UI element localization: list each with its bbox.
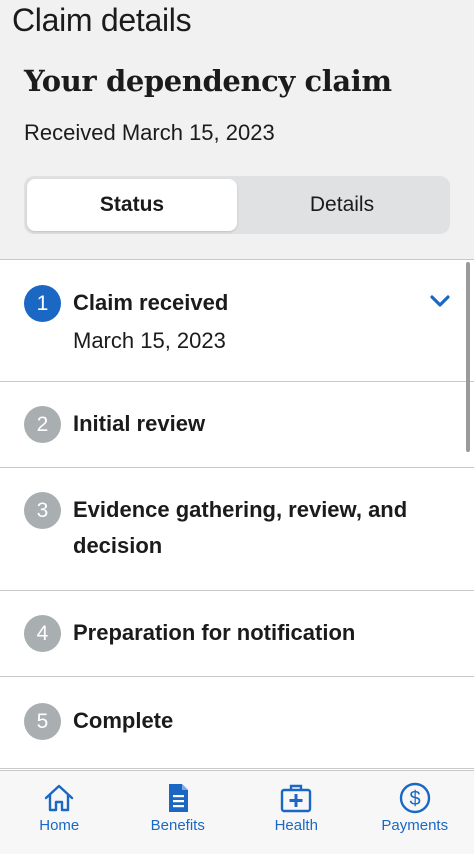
page-title: Claim details xyxy=(12,2,192,38)
tab-health[interactable]: Health xyxy=(237,771,356,854)
details-tab[interactable]: Details xyxy=(237,179,447,231)
tab-payments-label: Payments xyxy=(381,817,449,834)
claim-steps-list: 1 Claim received March 15, 2023 2 Initia… xyxy=(0,260,474,769)
tab-health-label: Health xyxy=(274,817,318,834)
step-number-badge: 2 xyxy=(24,406,61,443)
home-icon xyxy=(45,784,74,812)
chevron-down-icon[interactable] xyxy=(430,294,450,308)
health-medical-bag-icon xyxy=(281,784,312,813)
svg-text:$: $ xyxy=(409,788,420,810)
step-number-badge: 4 xyxy=(24,615,61,652)
claim-title: Your dependency claim xyxy=(24,64,392,98)
step-complete[interactable]: 5 Complete xyxy=(0,677,474,769)
step-label: Evidence gathering, review, and decision xyxy=(73,497,408,558)
tab-benefits[interactable]: Benefits xyxy=(119,771,238,854)
tab-home[interactable]: Home xyxy=(0,771,119,854)
step-claim-received[interactable]: 1 Claim received March 15, 2023 xyxy=(0,260,474,382)
step-number-badge: 3 xyxy=(24,492,61,529)
claim-header: Claim details Your dependency claim Rece… xyxy=(0,0,474,260)
scrollbar[interactable] xyxy=(466,262,470,452)
payments-dollar-icon: $ xyxy=(399,782,430,814)
tab-home-label: Home xyxy=(39,817,80,834)
step-label: Initial review xyxy=(73,411,206,436)
step-date: March 15, 2023 xyxy=(73,328,226,353)
tab-benefits-label: Benefits xyxy=(150,817,205,834)
step-label: Preparation for notification xyxy=(73,620,356,645)
step-label: Complete xyxy=(73,708,174,733)
step-initial-review[interactable]: 2 Initial review xyxy=(0,382,474,468)
step-label: Claim received xyxy=(73,290,229,315)
step-evidence-gathering[interactable]: 3 Evidence gathering, review, and decisi… xyxy=(0,468,474,591)
step-number-badge: 5 xyxy=(24,703,61,740)
step-number-badge: 1 xyxy=(24,285,61,322)
status-tab[interactable]: Status xyxy=(27,179,237,231)
step-preparation-for-notification[interactable]: 4 Preparation for notification xyxy=(0,591,474,677)
benefits-document-icon xyxy=(168,784,188,812)
bottom-tab-bar: Home Benefits Health $ Payments xyxy=(0,770,474,854)
received-date: Received March 15, 2023 xyxy=(24,120,275,145)
status-details-segmented-control: Status Details xyxy=(24,176,450,234)
tab-payments[interactable]: $ Payments xyxy=(356,771,474,854)
